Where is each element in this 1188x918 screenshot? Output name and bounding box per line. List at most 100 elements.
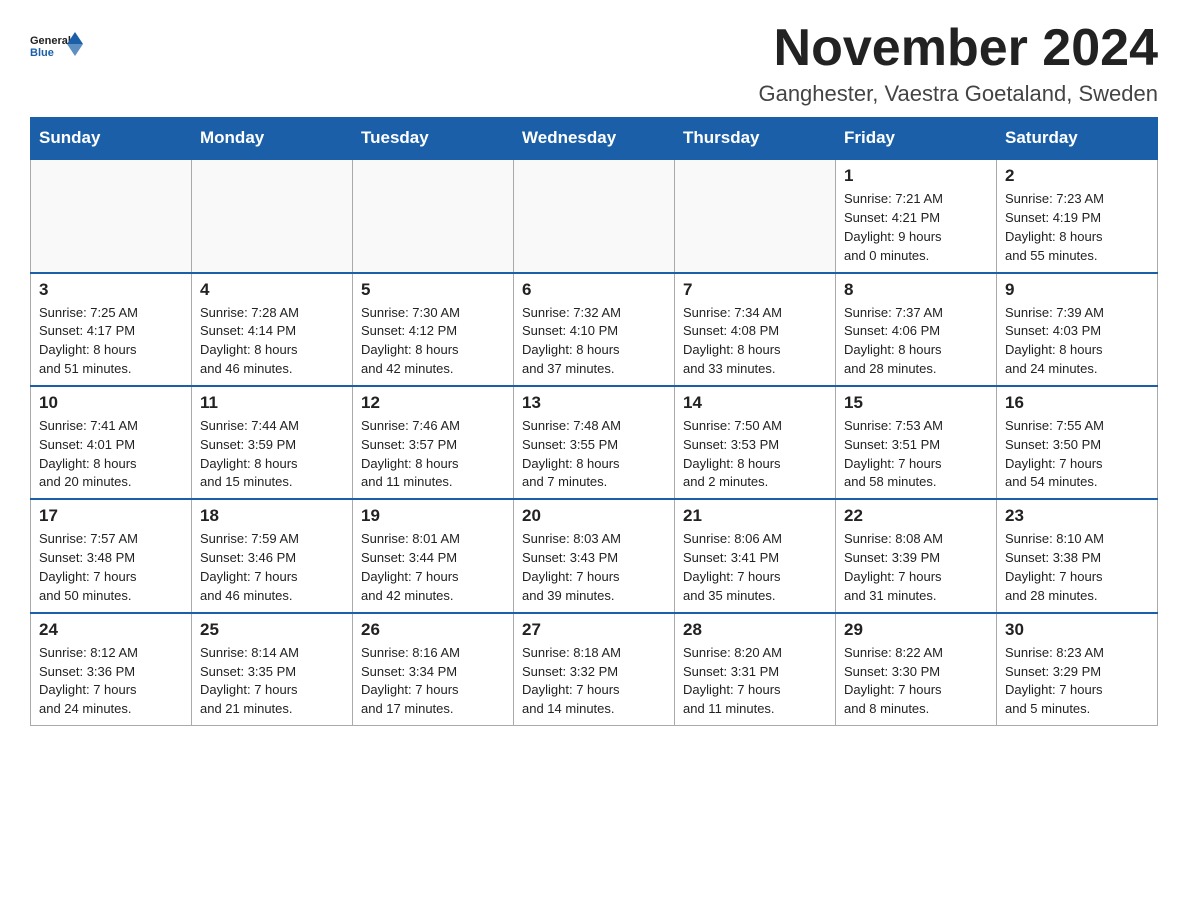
calendar-cell: 19 Sunrise: 8:01 AMSunset: 3:44 PMDayligh… <box>353 499 514 612</box>
calendar-cell <box>675 159 836 272</box>
calendar-cell: 12 Sunrise: 7:46 AMSunset: 3:57 PMDayligh… <box>353 386 514 499</box>
calendar-cell: 11 Sunrise: 7:44 AMSunset: 3:59 PMDayligh… <box>192 386 353 499</box>
calendar-cell: 28Sunrise: 8:20 AMSunset: 3:31 PMDayligh… <box>675 613 836 726</box>
day-number: 26 <box>361 620 505 640</box>
svg-text:Blue: Blue <box>30 47 54 59</box>
calendar-cell: 27 Sunrise: 8:18 AMSunset: 3:32 PMDayligh… <box>514 613 675 726</box>
calendar-header-row: SundayMondayTuesdayWednesdayThursdayFrid… <box>31 118 1158 160</box>
day-info: Sunrise: 8:20 AMSunset: 3:31 PMDaylight:… <box>683 644 827 719</box>
day-number: 21 <box>683 506 827 526</box>
header-sunday: Sunday <box>31 118 192 160</box>
calendar-cell: 2 Sunrise: 7:23 AMSunset: 4:19 PMDaylight… <box>997 159 1158 272</box>
calendar-cell: 16 Sunrise: 7:55 AMSunset: 3:50 PMDayligh… <box>997 386 1158 499</box>
day-info: Sunrise: 7:39 AMSunset: 4:03 PMDaylight:… <box>1005 304 1149 379</box>
day-number: 12 <box>361 393 505 413</box>
day-number: 18 <box>200 506 344 526</box>
day-number: 9 <box>1005 280 1149 300</box>
week-row-4: 17Sunrise: 7:57 AMSunset: 3:48 PMDayligh… <box>31 499 1158 612</box>
day-info: Sunrise: 8:22 AMSunset: 3:30 PMDaylight:… <box>844 644 988 719</box>
day-info: Sunrise: 8:08 AMSunset: 3:39 PMDaylight:… <box>844 530 988 605</box>
week-row-5: 24 Sunrise: 8:12 AMSunset: 3:36 PMDayligh… <box>31 613 1158 726</box>
day-number: 11 <box>200 393 344 413</box>
calendar-cell: 13Sunrise: 7:48 AMSunset: 3:55 PMDayligh… <box>514 386 675 499</box>
calendar-cell: 17Sunrise: 7:57 AMSunset: 3:48 PMDayligh… <box>31 499 192 612</box>
svg-text:General: General <box>30 35 71 47</box>
header-saturday: Saturday <box>997 118 1158 160</box>
header-thursday: Thursday <box>675 118 836 160</box>
day-info: Sunrise: 8:23 AMSunset: 3:29 PMDaylight:… <box>1005 644 1149 719</box>
day-info: Sunrise: 8:18 AMSunset: 3:32 PMDaylight:… <box>522 644 666 719</box>
header-friday: Friday <box>836 118 997 160</box>
calendar-table: SundayMondayTuesdayWednesdayThursdayFrid… <box>30 117 1158 726</box>
day-info: Sunrise: 7:23 AMSunset: 4:19 PMDaylight:… <box>1005 190 1149 265</box>
day-number: 20 <box>522 506 666 526</box>
calendar-cell <box>31 159 192 272</box>
day-number: 5 <box>361 280 505 300</box>
calendar-cell: 5Sunrise: 7:30 AMSunset: 4:12 PMDaylight… <box>353 273 514 386</box>
day-info: Sunrise: 7:37 AMSunset: 4:06 PMDaylight:… <box>844 304 988 379</box>
day-info: Sunrise: 8:01 AMSunset: 3:44 PMDaylight:… <box>361 530 505 605</box>
day-number: 1 <box>844 166 988 186</box>
day-info: Sunrise: 7:44 AMSunset: 3:59 PMDaylight:… <box>200 417 344 492</box>
day-number: 6 <box>522 280 666 300</box>
calendar-cell <box>514 159 675 272</box>
day-info: Sunrise: 8:12 AMSunset: 3:36 PMDaylight:… <box>39 644 183 719</box>
day-number: 14 <box>683 393 827 413</box>
day-number: 16 <box>1005 393 1149 413</box>
day-info: Sunrise: 7:21 AMSunset: 4:21 PMDaylight:… <box>844 190 988 265</box>
day-number: 27 <box>522 620 666 640</box>
calendar-cell: 10Sunrise: 7:41 AMSunset: 4:01 PMDayligh… <box>31 386 192 499</box>
header-tuesday: Tuesday <box>353 118 514 160</box>
day-info: Sunrise: 8:03 AMSunset: 3:43 PMDaylight:… <box>522 530 666 605</box>
calendar-cell <box>353 159 514 272</box>
day-info: Sunrise: 7:50 AMSunset: 3:53 PMDaylight:… <box>683 417 827 492</box>
day-number: 19 <box>361 506 505 526</box>
calendar-cell: 1 Sunrise: 7:21 AMSunset: 4:21 PMDaylight… <box>836 159 997 272</box>
header-wednesday: Wednesday <box>514 118 675 160</box>
day-info: Sunrise: 8:14 AMSunset: 3:35 PMDaylight:… <box>200 644 344 719</box>
calendar-cell: 18 Sunrise: 7:59 AMSunset: 3:46 PMDayligh… <box>192 499 353 612</box>
day-info: Sunrise: 8:06 AMSunset: 3:41 PMDaylight:… <box>683 530 827 605</box>
header-monday: Monday <box>192 118 353 160</box>
week-row-2: 3Sunrise: 7:25 AMSunset: 4:17 PMDaylight… <box>31 273 1158 386</box>
day-number: 4 <box>200 280 344 300</box>
calendar-cell: 21 Sunrise: 8:06 AMSunset: 3:41 PMDayligh… <box>675 499 836 612</box>
month-title: November 2024 <box>758 20 1158 77</box>
calendar-cell: 24 Sunrise: 8:12 AMSunset: 3:36 PMDayligh… <box>31 613 192 726</box>
calendar-cell: 14 Sunrise: 7:50 AMSunset: 3:53 PMDayligh… <box>675 386 836 499</box>
title-area: November 2024 Ganghester, Vaestra Goetal… <box>758 20 1158 107</box>
day-number: 23 <box>1005 506 1149 526</box>
calendar-cell <box>192 159 353 272</box>
day-number: 24 <box>39 620 183 640</box>
logo-svg: General Blue <box>30 20 90 70</box>
day-info: Sunrise: 7:48 AMSunset: 3:55 PMDaylight:… <box>522 417 666 492</box>
calendar-cell: 3Sunrise: 7:25 AMSunset: 4:17 PMDaylight… <box>31 273 192 386</box>
week-row-1: 1 Sunrise: 7:21 AMSunset: 4:21 PMDaylight… <box>31 159 1158 272</box>
day-info: Sunrise: 7:46 AMSunset: 3:57 PMDaylight:… <box>361 417 505 492</box>
day-info: Sunrise: 7:55 AMSunset: 3:50 PMDaylight:… <box>1005 417 1149 492</box>
day-info: Sunrise: 8:10 AMSunset: 3:38 PMDaylight:… <box>1005 530 1149 605</box>
day-number: 7 <box>683 280 827 300</box>
day-number: 25 <box>200 620 344 640</box>
calendar-cell: 26 Sunrise: 8:16 AMSunset: 3:34 PMDayligh… <box>353 613 514 726</box>
day-info: Sunrise: 7:32 AMSunset: 4:10 PMDaylight:… <box>522 304 666 379</box>
day-info: Sunrise: 7:59 AMSunset: 3:46 PMDaylight:… <box>200 530 344 605</box>
calendar-cell: 7Sunrise: 7:34 AMSunset: 4:08 PMDaylight… <box>675 273 836 386</box>
day-info: Sunrise: 8:16 AMSunset: 3:34 PMDaylight:… <box>361 644 505 719</box>
calendar-cell: 25 Sunrise: 8:14 AMSunset: 3:35 PMDayligh… <box>192 613 353 726</box>
day-number: 2 <box>1005 166 1149 186</box>
calendar-cell: 22 Sunrise: 8:08 AMSunset: 3:39 PMDayligh… <box>836 499 997 612</box>
logo: General Blue <box>30 20 90 70</box>
day-number: 15 <box>844 393 988 413</box>
day-info: Sunrise: 7:41 AMSunset: 4:01 PMDaylight:… <box>39 417 183 492</box>
day-number: 29 <box>844 620 988 640</box>
day-info: Sunrise: 7:28 AMSunset: 4:14 PMDaylight:… <box>200 304 344 379</box>
day-number: 8 <box>844 280 988 300</box>
calendar-cell: 6 Sunrise: 7:32 AMSunset: 4:10 PMDaylight… <box>514 273 675 386</box>
day-number: 22 <box>844 506 988 526</box>
day-info: Sunrise: 7:53 AMSunset: 3:51 PMDaylight:… <box>844 417 988 492</box>
day-number: 30 <box>1005 620 1149 640</box>
page-header: General Blue November 2024 Ganghester, V… <box>30 20 1158 107</box>
calendar-cell: 9 Sunrise: 7:39 AMSunset: 4:03 PMDaylight… <box>997 273 1158 386</box>
day-number: 3 <box>39 280 183 300</box>
